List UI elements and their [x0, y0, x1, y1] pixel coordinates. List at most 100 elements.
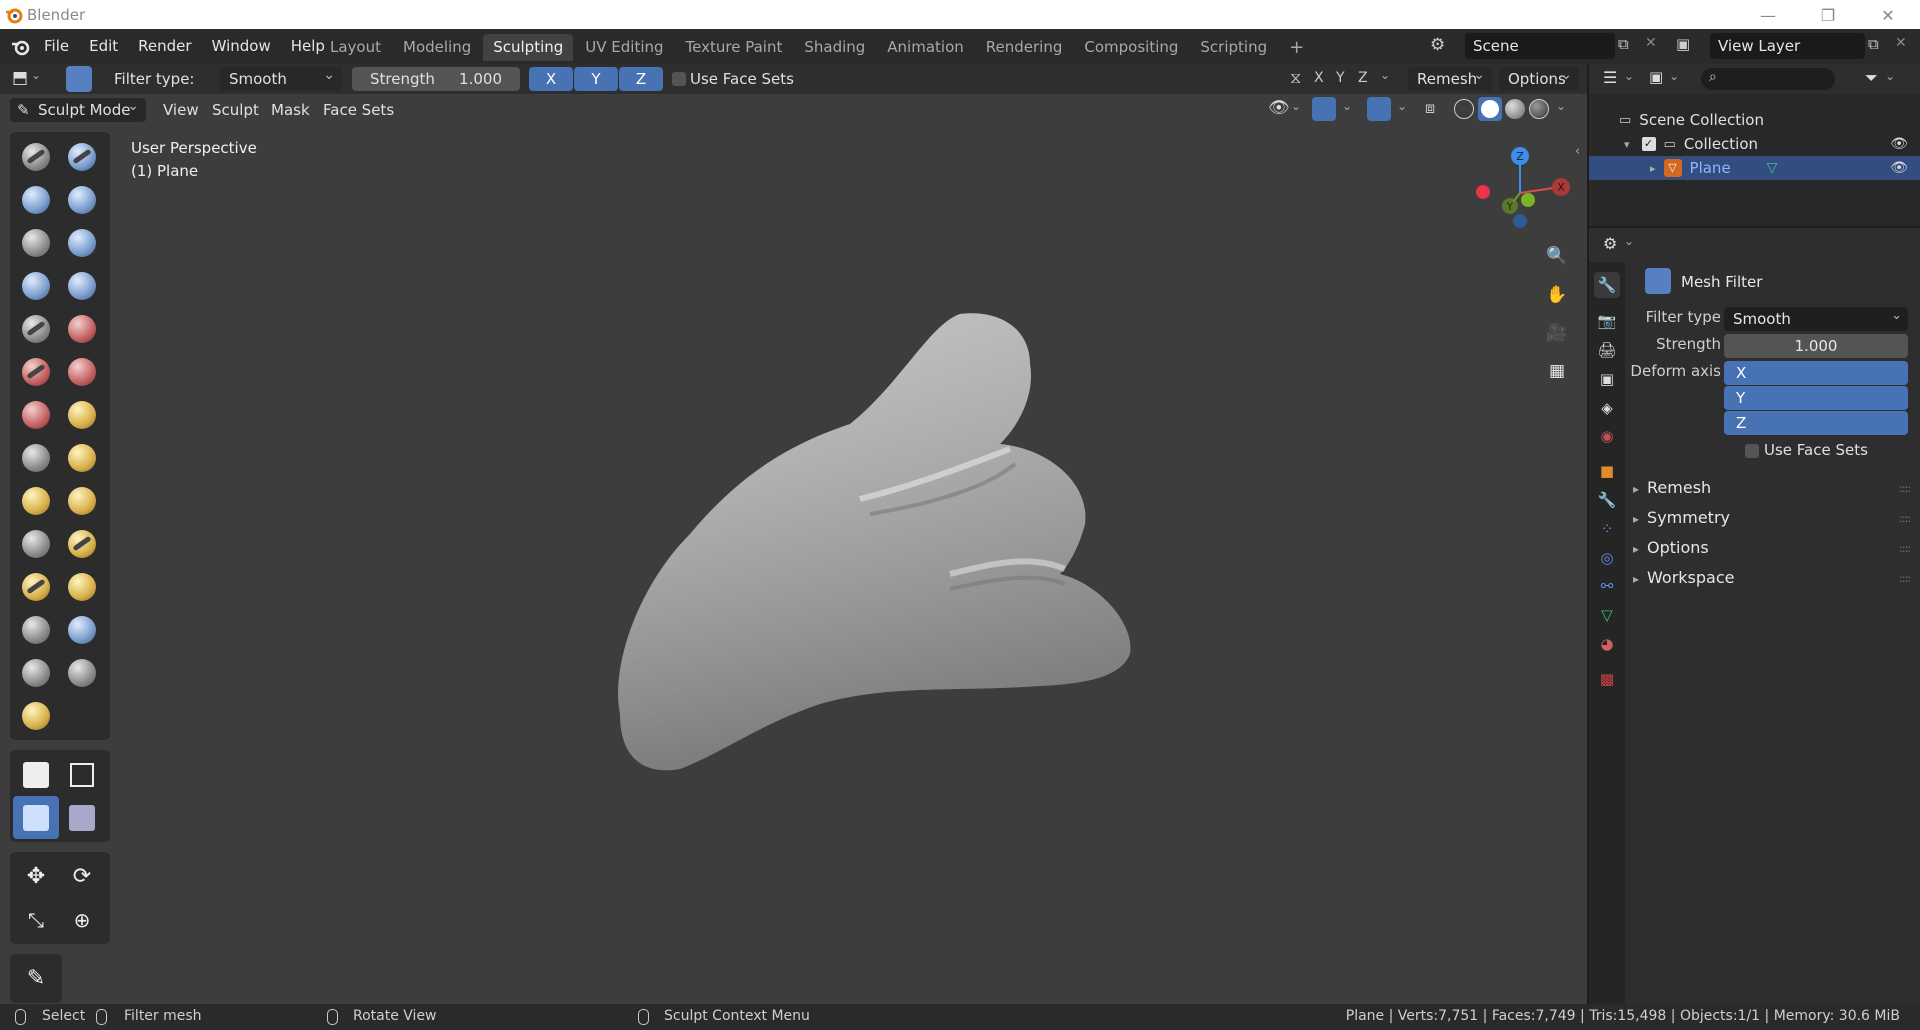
- shading-rendered-icon[interactable]: [1529, 99, 1549, 119]
- tool-rotate-transform[interactable]: ⟳: [59, 855, 105, 898]
- tab-modeling[interactable]: Modeling: [393, 34, 481, 61]
- tool-layer[interactable]: [59, 221, 105, 264]
- tool-boundary[interactable]: [59, 608, 105, 651]
- filter-chevron-icon[interactable]: ⌄: [1885, 69, 1895, 83]
- gizmo-toggle-icon[interactable]: [1312, 97, 1336, 121]
- tab-scene-icon[interactable]: ◈: [1594, 395, 1620, 421]
- tool-cloth[interactable]: [13, 651, 59, 694]
- tool-multiplane-scrape[interactable]: [59, 393, 105, 436]
- tab-compositing[interactable]: Compositing: [1074, 34, 1188, 61]
- new-scene-icon[interactable]: ⧉: [1618, 35, 1629, 53]
- sculpt-mesh[interactable]: [0, 64, 1587, 1004]
- menu-window[interactable]: Window: [202, 29, 281, 64]
- outliner-editor-icon[interactable]: ☰: [1603, 68, 1617, 87]
- symmetry-chevron-icon[interactable]: ⌄: [1380, 68, 1390, 82]
- tab-shading[interactable]: Shading: [794, 34, 875, 61]
- remesh-dropdown[interactable]: Remesh: [1408, 63, 1492, 91]
- collection-checkbox[interactable]: ✓: [1641, 137, 1656, 151]
- symmetry-x-toggle[interactable]: X: [1314, 70, 1324, 86]
- 3d-viewport[interactable]: Z X Y: [0, 64, 1587, 1004]
- gizmo-chevron-icon[interactable]: ⌄: [1342, 99, 1352, 113]
- tool-box-hide[interactable]: [59, 753, 105, 796]
- tool-elastic-deform[interactable]: [13, 479, 59, 522]
- gizmo-neg-x[interactable]: [1476, 185, 1490, 199]
- active-tool-mesh-filter-icon[interactable]: [66, 66, 92, 92]
- tool-mesh-filter[interactable]: [13, 796, 59, 839]
- filter-type-dropdown[interactable]: Smooth: [220, 63, 342, 91]
- symmetry-y-toggle[interactable]: Y: [1336, 70, 1345, 86]
- visibility-chevron-icon[interactable]: ⌄: [1291, 99, 1301, 113]
- view-layer-selector-icon[interactable]: ▣: [1676, 35, 1690, 53]
- tab-rendering[interactable]: Rendering: [976, 34, 1073, 61]
- tab-render-icon[interactable]: 📷: [1594, 308, 1620, 334]
- delete-scene-icon[interactable]: ✕: [1645, 35, 1657, 51]
- tab-data-icon[interactable]: ▽: [1594, 602, 1620, 628]
- shading-wireframe-icon[interactable]: [1454, 99, 1474, 119]
- maximize-button[interactable]: ❐: [1808, 3, 1848, 27]
- pan-button[interactable]: ✋: [1541, 279, 1573, 311]
- mode-selector[interactable]: ✎ Sculpt Mode: [10, 94, 146, 122]
- tool-mask[interactable]: [13, 694, 59, 737]
- tool-smooth[interactable]: [59, 307, 105, 350]
- symmetry-z-toggle[interactable]: Z: [1358, 70, 1368, 86]
- properties-editor-chevron-icon[interactable]: ⌄: [1624, 234, 1634, 248]
- deform-axis-x-toggle[interactable]: X: [1724, 361, 1908, 385]
- tool-box-mask[interactable]: [13, 753, 59, 796]
- tab-output-icon[interactable]: 🖨: [1594, 337, 1620, 363]
- panel-workspace[interactable]: Workspace: [1633, 568, 1734, 587]
- outliner-row-scene-collection[interactable]: ▭ Scene Collection: [1589, 108, 1920, 132]
- perspective-toggle-button[interactable]: ▦: [1541, 355, 1573, 387]
- tool-transform[interactable]: ⊕: [59, 898, 105, 941]
- plane-expand-icon[interactable]: ▸: [1650, 162, 1656, 175]
- scene-selector-icon[interactable]: ⚙: [1430, 35, 1445, 55]
- tab-layout[interactable]: Layout: [320, 34, 391, 61]
- tool-nudge[interactable]: [13, 565, 59, 608]
- tool-draw[interactable]: [13, 135, 59, 178]
- tab-view-layer-icon[interactable]: ▣: [1594, 366, 1620, 392]
- sidebar-toggle-icon[interactable]: ‹: [1575, 144, 1580, 159]
- tab-object-icon[interactable]: ■: [1594, 458, 1620, 484]
- tool-simplify[interactable]: [59, 651, 105, 694]
- tool-grab[interactable]: [59, 436, 105, 479]
- tab-animation[interactable]: Animation: [877, 34, 973, 61]
- menu-face-sets[interactable]: Face Sets: [314, 98, 403, 122]
- deform-axis-y-toggle[interactable]: Y: [1724, 386, 1908, 410]
- use-face-sets-checkbox[interactable]: [672, 72, 686, 86]
- tab-physics-icon[interactable]: ◎: [1594, 545, 1620, 571]
- menu-edit[interactable]: Edit: [79, 29, 128, 64]
- outliner-search-input[interactable]: ⌕: [1701, 68, 1835, 90]
- tool-fill[interactable]: [59, 350, 105, 393]
- collection-visibility-eye-icon[interactable]: 👁: [1890, 136, 1908, 152]
- shading-material-icon[interactable]: [1505, 99, 1525, 119]
- gizmo-neg-y[interactable]: [1521, 193, 1535, 207]
- tool-snake-hook[interactable]: [59, 479, 105, 522]
- editor-type-icon[interactable]: ⬒: [12, 68, 28, 88]
- zoom-button[interactable]: 🔍: [1541, 240, 1573, 272]
- strength-prop-slider[interactable]: 1.000: [1724, 334, 1908, 358]
- tab-texture-icon[interactable]: ▩: [1594, 666, 1620, 692]
- tool-crease[interactable]: [13, 307, 59, 350]
- deform-axis-z-toggle[interactable]: Z: [1724, 411, 1908, 435]
- tab-texture-paint[interactable]: Texture Paint: [676, 34, 793, 61]
- minimize-button[interactable]: —: [1748, 3, 1788, 27]
- plane-visibility-eye-icon[interactable]: 👁: [1890, 160, 1908, 176]
- shading-chevron-icon[interactable]: ⌄: [1556, 99, 1566, 113]
- new-view-layer-icon[interactable]: ⧉: [1868, 35, 1879, 53]
- menu-sculpt[interactable]: Sculpt: [203, 98, 268, 122]
- tool-annotate[interactable]: ✎: [13, 957, 59, 1000]
- tool-clay-strips[interactable]: [59, 178, 105, 221]
- filter-type-prop-dropdown[interactable]: Smooth ⌄: [1724, 307, 1908, 331]
- panel-options-grip-icon[interactable]: ::::: [1899, 542, 1911, 555]
- tool-rotate[interactable]: [59, 565, 105, 608]
- axis-x-toggle[interactable]: X: [529, 67, 573, 91]
- panel-symmetry-grip-icon[interactable]: ::::: [1899, 512, 1911, 525]
- tab-tool-icon[interactable]: 🔧: [1594, 272, 1620, 298]
- strength-slider[interactable]: Strength 1.000: [352, 67, 520, 91]
- menu-mask[interactable]: Mask: [262, 98, 319, 122]
- overlays-chevron-icon[interactable]: ⌄: [1397, 99, 1407, 113]
- tab-modifiers-icon[interactable]: 🔧: [1594, 487, 1620, 513]
- use-face-sets-prop-checkbox[interactable]: [1745, 444, 1759, 458]
- scene-name-field[interactable]: Scene: [1465, 33, 1615, 59]
- tool-draw-sharp[interactable]: [59, 135, 105, 178]
- menu-render[interactable]: Render: [128, 29, 201, 64]
